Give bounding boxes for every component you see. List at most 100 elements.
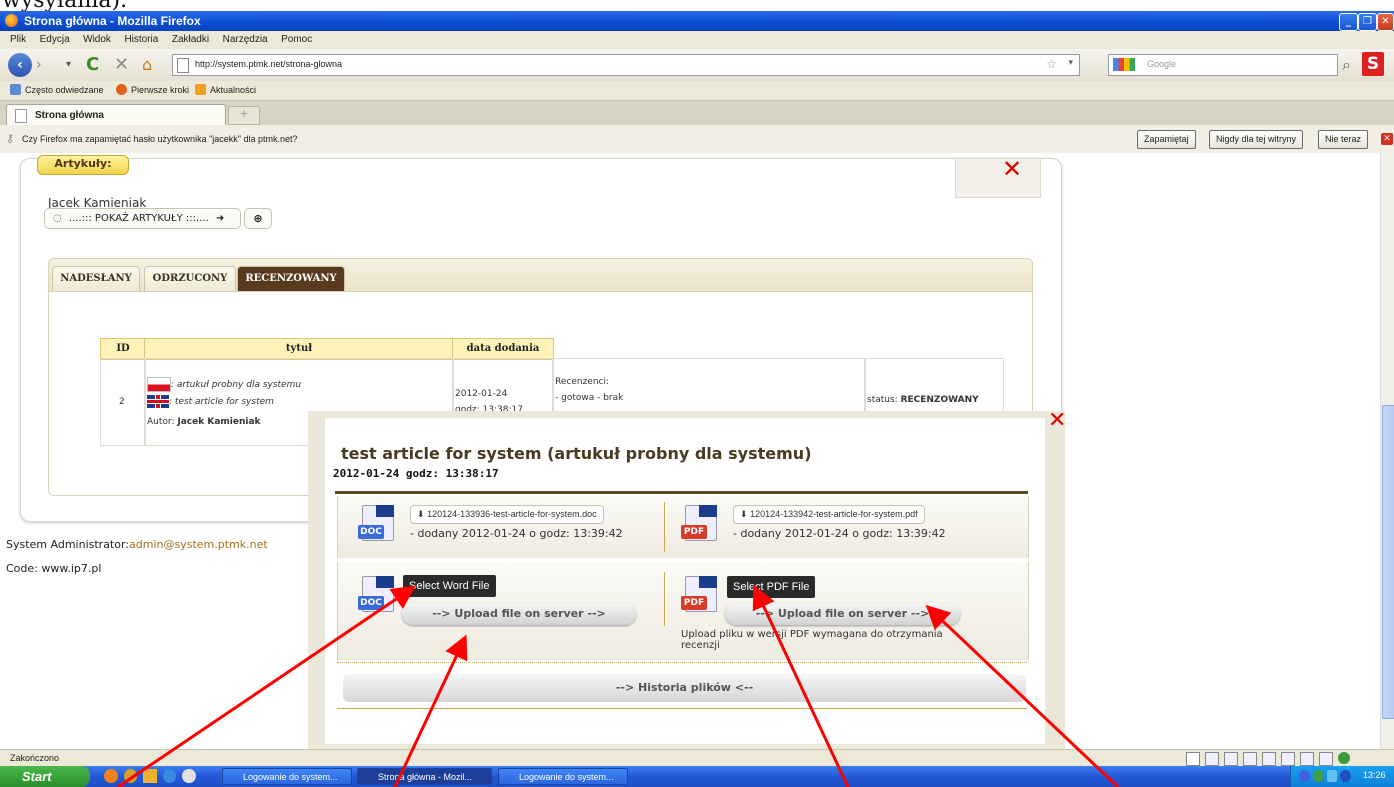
doc-file-icon: DOC — [358, 574, 396, 612]
reload-icon[interactable]: C — [86, 53, 99, 77]
new-tab-button[interactable]: + — [228, 106, 260, 125]
stop-icon[interactable]: ✕ — [114, 53, 129, 77]
modal-date: 2012-01-24 godz: 13:38:17 — [333, 467, 499, 480]
remember-button[interactable]: Zapamiętaj — [1137, 130, 1196, 149]
upload-word-button[interactable]: --> Upload file on server --> — [402, 603, 636, 625]
url-text: http://system.ptmk.net/strona-glowna — [195, 59, 343, 69]
window-titlebar[interactable]: Strona główna - Mozilla Firefox _ ❐ ✕ — [0, 11, 1394, 31]
row-author: Jacek Kamieniak — [177, 417, 261, 427]
browser-icon[interactable] — [123, 769, 138, 783]
pdf-file-icon: PDF — [681, 503, 719, 541]
select-pdf-file-button[interactable]: Select PDF File — [727, 576, 816, 598]
download-doc-link[interactable]: ⬇ 120124-133936-test-article-for-system.… — [410, 505, 604, 524]
menu-item-history[interactable]: Historia — [124, 34, 158, 45]
rss-icon — [195, 84, 206, 95]
home-icon[interactable]: ⌂ — [142, 53, 152, 77]
scrollbar-thumb[interactable] — [1382, 405, 1394, 719]
status-text: Zakończono — [10, 753, 60, 763]
taskbar-item-home[interactable]: Strona główna - Mozil... — [357, 768, 492, 785]
download-pdf-link[interactable]: ⬇ 120124-133942-test-article-for-system.… — [733, 505, 925, 524]
google-icon[interactable] — [1113, 58, 1135, 71]
reviewers-label: Recenzenci: — [555, 377, 610, 387]
panel-close-area: ✕ — [955, 155, 1041, 198]
app-icon[interactable] — [143, 769, 157, 783]
never-for-site-button[interactable]: Nigdy dla tej witryny — [1209, 130, 1304, 149]
menu-item-bookmarks[interactable]: Zakładki — [172, 34, 209, 45]
page-icon — [177, 58, 189, 73]
status-bar: Zakończono — [0, 749, 1394, 767]
tab-bar: Strona główna + — [0, 101, 1394, 126]
tab-label: Strona główna — [35, 110, 104, 121]
bookmark-getting-started[interactable]: Pierwsze kroki — [131, 85, 189, 95]
firefox-icon[interactable] — [104, 769, 118, 783]
tray-icon[interactable] — [1340, 770, 1351, 782]
close-icon[interactable]: ✕ — [1377, 13, 1394, 31]
menu-bar: Plik Edycja Widok Historia Zakładki Narz… — [0, 31, 1394, 49]
start-button[interactable]: Start — [0, 766, 90, 787]
status-value: RECENZOWANY — [900, 395, 979, 405]
file-history-button[interactable]: --> Historia plików <-- — [343, 674, 1026, 702]
menu-item-tools[interactable]: Narzędzia — [223, 34, 268, 45]
tray-icon[interactable] — [1299, 770, 1310, 782]
row-date: 2012-01-24 — [455, 389, 508, 399]
modal-close-icon[interactable]: ✕ — [1048, 408, 1066, 433]
menu-item-help[interactable]: Pomoc — [281, 34, 312, 45]
tray-icon[interactable] — [1312, 770, 1324, 782]
download-icon: ⬇ — [740, 509, 748, 519]
close-icon[interactable]: ✕ — [1381, 133, 1393, 145]
bookmark-most-visited[interactable]: Często odwiedzane — [25, 85, 104, 95]
admin-info: System Administrator:admin@system.ptmk.n… — [6, 538, 268, 551]
forward-icon[interactable]: › — [36, 53, 42, 77]
menu-item-edit[interactable]: Edycja — [40, 34, 70, 45]
minimize-icon[interactable]: _ — [1339, 13, 1358, 31]
search-input[interactable]: Google — [1108, 54, 1338, 76]
tab-submitted[interactable]: NADESŁANY — [52, 266, 140, 291]
dropdown-icon[interactable]: ▾ — [66, 53, 71, 77]
search-placeholder: Google — [1147, 59, 1177, 69]
modal-title: test article for system (artukuł probny … — [341, 444, 812, 463]
column-divider — [664, 502, 665, 552]
tab-home[interactable]: Strona główna — [6, 104, 226, 126]
title-english[interactable]: : test article for system — [169, 397, 274, 407]
url-dropdown-icon[interactable]: ▾ — [1068, 58, 1073, 68]
menu-item-file[interactable]: Plik — [10, 34, 26, 45]
close-icon[interactable]: ✕ — [1002, 155, 1022, 183]
add-article-button[interactable]: ⊕ — [244, 208, 272, 229]
search-icon[interactable]: ⌕ — [1342, 53, 1351, 77]
bookmark-news[interactable]: Aktualności — [210, 85, 256, 95]
tab-rejected[interactable]: ODRZUCONY — [144, 266, 236, 291]
tray-icon[interactable] — [1326, 770, 1338, 782]
bookmarks-toolbar: Często odwiedzane Pierwsze kroki Aktualn… — [0, 81, 1394, 101]
menu-item-view[interactable]: Widok — [83, 34, 111, 45]
doc-added-date: - dodany 2012-01-24 o godz: 13:39:42 — [410, 527, 623, 540]
status-label: status: — [867, 395, 898, 405]
not-now-button[interactable]: Nie teraz — [1318, 130, 1369, 149]
star-icon[interactable]: ☆ — [1046, 57, 1057, 71]
doc-file-icon: DOC — [358, 503, 396, 541]
tab-reviewed[interactable]: RECENZOWANY — [237, 266, 345, 291]
plus-icon: ⊕ — [253, 212, 263, 225]
app-icon[interactable] — [182, 769, 196, 783]
row-id: 2 — [119, 397, 125, 407]
column-header-id: ID — [100, 338, 146, 360]
ie-icon[interactable] — [162, 769, 177, 783]
taskbar-item-login-1[interactable]: Logowanie do system... — [222, 768, 352, 785]
title-polish[interactable]: : artukuł probny dla systemu — [171, 380, 301, 390]
password-question: Czy Firefox ma zapamiętać hasło użytkown… — [22, 134, 298, 144]
restore-icon[interactable]: ❐ — [1358, 13, 1377, 31]
upload-pdf-button[interactable]: --> Upload file on server --> — [725, 603, 960, 625]
taskbar-item-login-2[interactable]: Logowanie do system... — [498, 768, 628, 785]
admin-email-link[interactable]: admin@system.ptmk.net — [129, 538, 268, 551]
back-icon[interactable]: ‹ — [8, 53, 32, 77]
uk-flag-icon — [147, 395, 169, 408]
url-bar[interactable]: http://system.ptmk.net/strona-glowna ☆ ▾ — [172, 54, 1080, 76]
column-header-title: tytuł — [144, 338, 454, 360]
page-scrollbar[interactable] — [1380, 153, 1394, 749]
download-icon: ⬇ — [417, 509, 425, 519]
comment-icon: ◌ — [53, 213, 62, 224]
select-word-file-button[interactable]: Select Word File — [403, 575, 496, 597]
show-articles-button[interactable]: ◌ ....::: POKAŻ ARTYKUŁY :::.... ➜ — [44, 208, 241, 229]
articles-label: Artykuły: — [37, 155, 129, 175]
addon-s-icon[interactable]: S — [1362, 52, 1384, 76]
column-divider — [664, 572, 665, 626]
